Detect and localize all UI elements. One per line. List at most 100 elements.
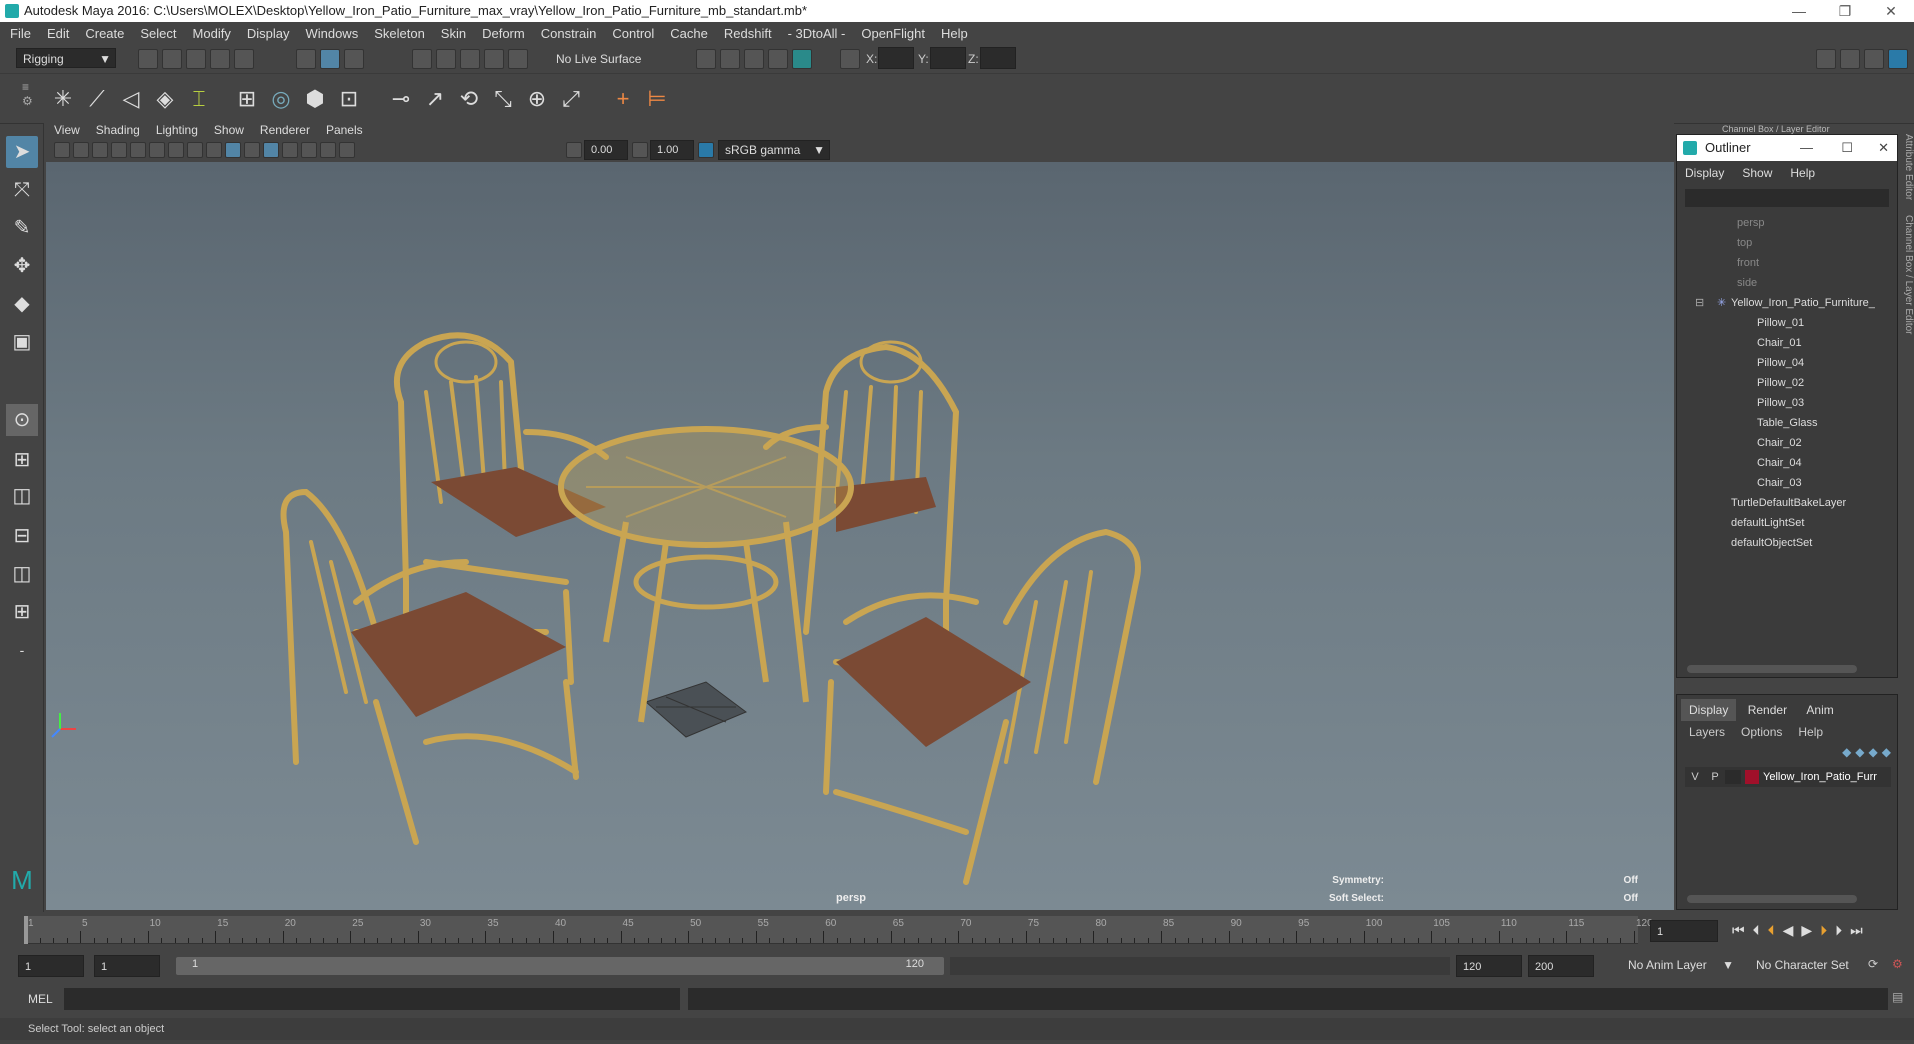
mirror-joint-icon[interactable]: ⌶ (182, 82, 216, 116)
aim-constraint-icon[interactable]: ⊕ (520, 82, 554, 116)
outliner-item-front[interactable]: front (1737, 253, 1759, 273)
panel-menu-panels[interactable]: Panels (326, 123, 363, 137)
shadows-icon[interactable] (282, 142, 298, 158)
ik-handle-icon[interactable]: ⟋ (80, 82, 114, 116)
lattice-icon[interactable]: ⬢ (298, 82, 332, 116)
outliner-menu-show[interactable]: Show (1742, 166, 1772, 180)
layer-menu-help[interactable]: Help (1798, 725, 1823, 739)
step-back-frame-icon[interactable]: ⏴ (1768, 922, 1775, 939)
gamma-icon[interactable] (632, 142, 648, 158)
lights-icon[interactable] (263, 142, 279, 158)
render-settings-icon[interactable] (744, 49, 764, 69)
menu-deform[interactable]: Deform (482, 26, 525, 41)
outliner-item-set[interactable]: defaultObjectSet (1731, 533, 1812, 553)
outliner-item-child[interactable]: Chair_02 (1757, 433, 1802, 453)
render-view-icon[interactable] (792, 49, 812, 69)
menu-cache[interactable]: Cache (670, 26, 708, 41)
layer-type-toggle[interactable] (1725, 770, 1741, 784)
persp-graph-layout-icon[interactable]: ⊟ (6, 520, 38, 552)
transform-input-icon[interactable] (840, 49, 860, 69)
close-icon[interactable]: ✕ (1868, 0, 1914, 22)
grid-toggle-icon[interactable] (130, 142, 146, 158)
wireframe-icon[interactable] (206, 142, 222, 158)
smooth-skin-icon[interactable]: ◎ (264, 82, 298, 116)
toggle-channel-box-icon[interactable] (1888, 49, 1908, 69)
collapse-icon[interactable]: ⊟ (1695, 293, 1704, 313)
panel-menu-show[interactable]: Show (214, 123, 244, 137)
open-scene-icon[interactable] (162, 49, 182, 69)
image-plane-icon[interactable] (92, 142, 108, 158)
side-tab-attribute-editor[interactable]: Attribute Editor (1903, 134, 1914, 200)
character-set-dropdown[interactable]: No Character Set (1750, 955, 1866, 975)
lasso-tool-icon[interactable]: ⤧ (6, 174, 38, 206)
menu-edit[interactable]: Edit (47, 26, 69, 41)
redo-icon[interactable] (234, 49, 254, 69)
step-back-key-icon[interactable]: ⏴ (1753, 922, 1760, 939)
select-by-hierarchy-icon[interactable] (296, 49, 316, 69)
toggle-attribute-editor-icon[interactable] (1840, 49, 1860, 69)
snap-point-icon[interactable] (460, 49, 480, 69)
outliner-item-set[interactable]: TurtleDefaultBakeLayer (1731, 493, 1846, 513)
outliner-horizontal-scrollbar[interactable] (1687, 665, 1857, 673)
perspective-viewport[interactable]: persp Symmetry: Off Soft Select: Off (46, 162, 1674, 910)
gamma-field[interactable]: 1.00 (650, 140, 694, 160)
locator-icon[interactable]: + (606, 82, 640, 116)
minimize-icon[interactable]: — (1800, 135, 1813, 161)
new-layer-icon[interactable]: ◆ (1869, 745, 1878, 759)
persp-outliner-layout-icon[interactable]: ◫ (6, 480, 38, 512)
outliner-item-persp[interactable]: persp (1737, 213, 1765, 233)
scale-tool-icon[interactable]: ▣ (6, 326, 38, 358)
parent-constraint-icon[interactable]: ⊸ (384, 82, 418, 116)
bookmark-icon[interactable] (73, 142, 89, 158)
four-view-layout-icon[interactable]: ⊞ (6, 444, 38, 476)
z-field[interactable] (980, 47, 1016, 69)
outliner-item-child[interactable]: Pillow_03 (1757, 393, 1804, 413)
menu-windows[interactable]: Windows (305, 26, 358, 41)
layer-row[interactable]: V P Yellow_Iron_Patio_Furr (1685, 767, 1891, 787)
outliner-item-child[interactable]: Chair_01 (1757, 333, 1802, 353)
minimize-icon[interactable]: — (1776, 0, 1822, 22)
menu-control[interactable]: Control (612, 26, 654, 41)
ik-fk-switch-icon[interactable]: ⊨ (640, 82, 674, 116)
panel-menu-renderer[interactable]: Renderer (260, 123, 310, 137)
outliner-item-child[interactable]: Pillow_01 (1757, 313, 1804, 333)
ipr-render-icon[interactable] (720, 49, 740, 69)
range-slider[interactable]: 1 120 (176, 957, 944, 975)
current-time-marker[interactable] (24, 916, 28, 944)
ambient-occlusion-icon[interactable] (301, 142, 317, 158)
y-field[interactable] (930, 47, 966, 69)
step-forward-key-icon[interactable]: ⏵ (1835, 922, 1842, 939)
move-layer-down-icon[interactable]: ◆ (1855, 745, 1864, 759)
menu-3dtoall[interactable]: - 3DtoAll - (788, 26, 846, 41)
outliner-layout-icon[interactable]: ⊞ (6, 596, 38, 628)
exposure-icon[interactable] (566, 142, 582, 158)
make-live-icon[interactable] (508, 49, 528, 69)
go-to-end-icon[interactable]: ⏭ (1850, 922, 1863, 939)
smooth-shade-icon[interactable] (225, 142, 241, 158)
outliner-item-child[interactable]: Chair_04 (1757, 453, 1802, 473)
paint-select-icon[interactable]: ✎ (6, 212, 38, 244)
shelf-options-icon[interactable]: ≡ ⚙ (22, 80, 33, 108)
outliner-item-child[interactable]: Pillow_02 (1757, 373, 1804, 393)
menu-modify[interactable]: Modify (193, 26, 231, 41)
current-frame-field[interactable]: 1 (1650, 920, 1718, 942)
start-time-field[interactable]: 1 (18, 955, 84, 977)
menu-constrain[interactable]: Constrain (541, 26, 597, 41)
move-layer-up-icon[interactable]: ◆ (1842, 745, 1851, 759)
outliner-item-top[interactable]: top (1737, 233, 1752, 253)
play-backward-icon[interactable]: ◀ (1783, 922, 1794, 939)
menu-create[interactable]: Create (85, 26, 124, 41)
select-by-object-icon[interactable] (320, 49, 340, 69)
layer-horizontal-scrollbar[interactable] (1687, 895, 1857, 903)
textured-icon[interactable] (244, 142, 260, 158)
exposure-field[interactable]: 0.00 (584, 140, 628, 160)
cluster-icon[interactable]: ⊡ (332, 82, 366, 116)
render-current-icon[interactable] (696, 49, 716, 69)
snap-grid-icon[interactable] (412, 49, 432, 69)
panel-menu-shading[interactable]: Shading (96, 123, 140, 137)
insert-joint-icon[interactable]: ◈ (148, 82, 182, 116)
menu-redshift[interactable]: Redshift (724, 26, 772, 41)
ik-spline-icon[interactable]: ◁ (114, 82, 148, 116)
x-field[interactable] (878, 47, 914, 69)
outliner-item-group[interactable]: Yellow_Iron_Patio_Furniture_ (1731, 293, 1875, 313)
